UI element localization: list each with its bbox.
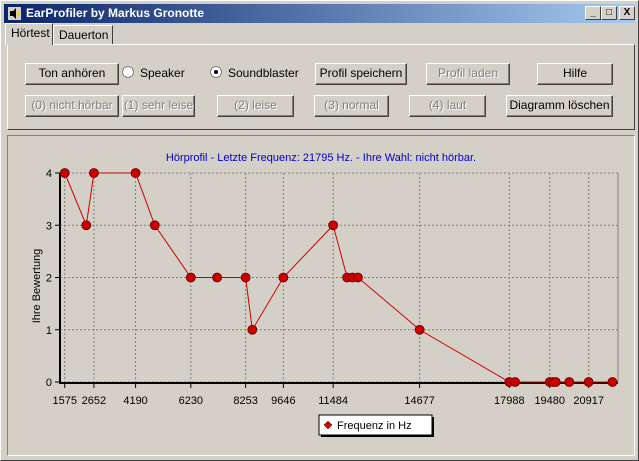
data-point — [130, 168, 141, 178]
speaker-icon — [8, 7, 21, 20]
plot-background — [60, 173, 618, 382]
data-point — [81, 220, 92, 231]
y-tick-label: 1 — [46, 325, 52, 337]
x-tick-label: 1575 — [52, 395, 76, 407]
y-axis-label: Ihre Bewertung — [31, 249, 43, 324]
play-tone-button[interactable]: Ton anhören — [25, 63, 119, 85]
x-tick-label: 4190 — [123, 395, 147, 407]
data-point — [240, 272, 251, 283]
rating-2-button[interactable]: (2) leise — [217, 95, 294, 117]
rating-1-button[interactable]: (1) sehr leise — [122, 95, 195, 117]
tab-dauerton[interactable]: Dauerton — [53, 25, 113, 44]
minimize-button[interactable]: _ — [585, 6, 601, 20]
rating-4-button[interactable]: (4) laut — [409, 95, 486, 117]
chart-legend: Frequenz in Hz — [318, 414, 434, 437]
data-point — [328, 220, 339, 231]
chart-area: Hörprofil - Letzte Frequenz: 21795 Hz. -… — [7, 135, 635, 456]
chart-title: Hörprofil - Letzte Frequenz: 21795 Hz. -… — [166, 152, 476, 164]
data-point — [550, 377, 561, 387]
radio-soundblaster-circle[interactable] — [210, 66, 222, 78]
data-point — [564, 377, 575, 387]
main-window: EarProfiler by Markus Gronotte _ □ X Hör… — [0, 0, 639, 461]
data-point — [212, 272, 223, 283]
x-tick-label: 14677 — [404, 395, 435, 407]
chart-grid — [60, 172, 618, 383]
data-point — [89, 168, 99, 178]
x-tick-label: 20917 — [573, 395, 604, 407]
load-profile-button[interactable]: Profil laden — [426, 63, 510, 85]
radio-speaker[interactable]: Speaker — [122, 66, 185, 80]
data-point — [278, 272, 289, 283]
data-point — [149, 220, 160, 231]
legend-label: Frequenz in Hz — [337, 420, 412, 432]
rating-3-button[interactable]: (3) normal — [314, 95, 389, 117]
y-tick-label: 2 — [46, 273, 52, 285]
close-button[interactable]: X — [619, 6, 635, 20]
maximize-icon: □ — [605, 7, 613, 18]
x-tick-label: 11484 — [318, 395, 348, 407]
data-point — [59, 168, 70, 178]
radio-soundblaster-label: Soundblaster — [228, 66, 299, 80]
maximize-button[interactable]: □ — [601, 6, 617, 20]
data-point — [510, 377, 520, 387]
x-tick-label: 19480 — [534, 395, 565, 407]
control-panel: Ton anhören Speaker Soundblaster Profil … — [7, 44, 635, 130]
title-bar[interactable]: EarProfiler by Markus Gronotte _ □ X — [4, 4, 635, 23]
clear-chart-button[interactable]: Diagramm löschen — [506, 95, 613, 117]
save-profile-button[interactable]: Profil speichern — [315, 63, 407, 85]
x-tick-label: 9646 — [271, 395, 295, 407]
data-point — [607, 377, 618, 387]
y-tick-label: 0 — [46, 377, 52, 389]
window-title: EarProfiler by Markus Gronotte — [26, 6, 205, 20]
data-point — [414, 324, 425, 335]
radio-speaker-circle[interactable] — [122, 66, 134, 78]
data-point — [353, 272, 363, 283]
data-point — [583, 377, 594, 387]
x-tick-label: 2652 — [82, 395, 106, 407]
close-icon: X — [623, 7, 631, 18]
help-button[interactable]: Hilfe — [537, 63, 613, 85]
y-tick-label: 4 — [46, 168, 52, 180]
tab-hoertest[interactable]: Hörtest — [5, 23, 53, 45]
x-tick-label: 17988 — [494, 395, 525, 407]
rating-0-button[interactable]: (0) nicht hörbar — [25, 95, 119, 117]
radio-speaker-label: Speaker — [140, 66, 185, 80]
data-point — [185, 272, 196, 283]
y-tick-label: 3 — [46, 220, 52, 232]
radio-soundblaster[interactable]: Soundblaster — [210, 66, 299, 80]
data-point — [247, 324, 258, 335]
x-tick-label: 8253 — [233, 395, 257, 407]
hearing-profile-chart: Hörprofil - Letzte Frequenz: 21795 Hz. -… — [31, 152, 619, 437]
minimize-icon: _ — [590, 7, 596, 18]
x-tick-label: 6230 — [179, 395, 203, 407]
